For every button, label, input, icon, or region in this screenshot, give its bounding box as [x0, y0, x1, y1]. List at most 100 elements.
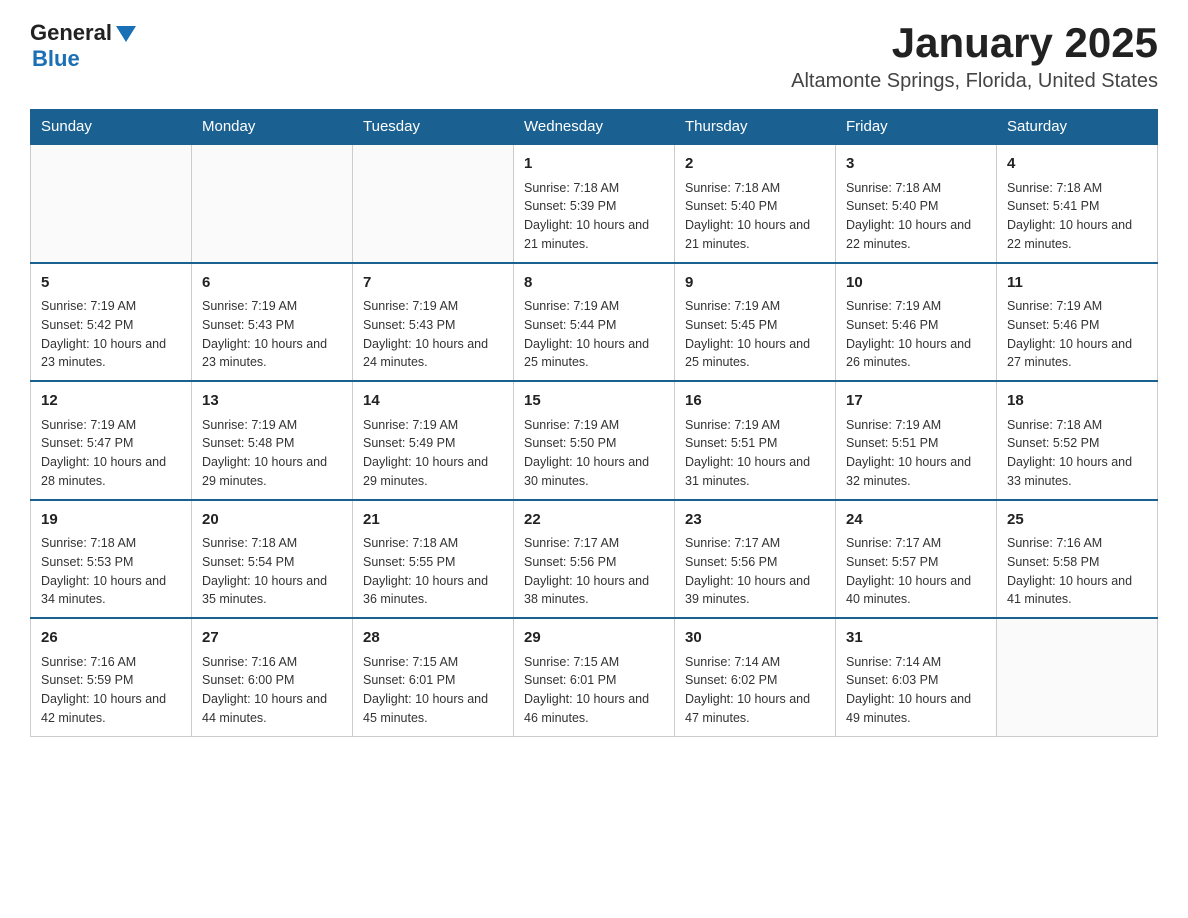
- day-info: Sunrise: 7:18 AM Sunset: 5:53 PM Dayligh…: [41, 534, 181, 609]
- day-info: Sunrise: 7:14 AM Sunset: 6:02 PM Dayligh…: [685, 653, 825, 728]
- day-number: 6: [202, 272, 342, 295]
- day-number: 8: [524, 272, 664, 295]
- calendar-cell: [192, 144, 353, 263]
- calendar-cell: 12 Sunrise: 7:19 AM Sunset: 5:47 PM Dayli…: [31, 381, 192, 500]
- day-number: 16: [685, 390, 825, 413]
- day-number: 13: [202, 390, 342, 413]
- day-info: Sunrise: 7:18 AM Sunset: 5:40 PM Dayligh…: [685, 179, 825, 254]
- calendar-cell: 30 Sunrise: 7:14 AM Sunset: 6:02 PM Dayli…: [675, 618, 836, 736]
- calendar-cell: 19Sunrise: 7:18 AM Sunset: 5:53 PM Dayli…: [31, 500, 192, 619]
- calendar-cell: 22Sunrise: 7:17 AM Sunset: 5:56 PM Dayli…: [514, 500, 675, 619]
- day-number: 31: [846, 627, 986, 650]
- day-number: 2: [685, 153, 825, 176]
- day-number: 27: [202, 627, 342, 650]
- day-info: Sunrise: 7:19 AM Sunset: 5:43 PM Dayligh…: [202, 297, 342, 372]
- calendar-cell: 4 Sunrise: 7:18 AM Sunset: 5:41 PM Daylig…: [997, 144, 1158, 263]
- day-number: 19: [41, 509, 181, 532]
- day-number: 7: [363, 272, 503, 295]
- calendar-cell: 14Sunrise: 7:19 AM Sunset: 5:49 PM Dayli…: [353, 381, 514, 500]
- day-number: 20: [202, 509, 342, 532]
- day-number: 14: [363, 390, 503, 413]
- weekday-header-thursday: Thursday: [675, 110, 836, 145]
- calendar-cell: 20Sunrise: 7:18 AM Sunset: 5:54 PM Dayli…: [192, 500, 353, 619]
- calendar-cell: 1Sunrise: 7:18 AM Sunset: 5:39 PM Daylig…: [514, 144, 675, 263]
- day-info: Sunrise: 7:18 AM Sunset: 5:39 PM Dayligh…: [524, 179, 664, 254]
- calendar-cell: [997, 618, 1158, 736]
- calendar-week-row: 5Sunrise: 7:19 AM Sunset: 5:42 PM Daylig…: [31, 263, 1158, 382]
- calendar-week-row: 26Sunrise: 7:16 AM Sunset: 5:59 PM Dayli…: [31, 618, 1158, 736]
- calendar-week-row: 1Sunrise: 7:18 AM Sunset: 5:39 PM Daylig…: [31, 144, 1158, 263]
- calendar-table: SundayMondayTuesdayWednesdayThursdayFrid…: [30, 109, 1158, 737]
- day-number: 29: [524, 627, 664, 650]
- month-title: January 2025: [791, 20, 1158, 66]
- day-number: 9: [685, 272, 825, 295]
- calendar-cell: 3 Sunrise: 7:18 AM Sunset: 5:40 PM Daylig…: [836, 144, 997, 263]
- day-info: Sunrise: 7:19 AM Sunset: 5:44 PM Dayligh…: [524, 297, 664, 372]
- day-info: Sunrise: 7:14 AM Sunset: 6:03 PM Dayligh…: [846, 653, 986, 728]
- calendar-cell: 21Sunrise: 7:18 AM Sunset: 5:55 PM Dayli…: [353, 500, 514, 619]
- day-number: 17: [846, 390, 986, 413]
- weekday-header-saturday: Saturday: [997, 110, 1158, 145]
- calendar-cell: 2 Sunrise: 7:18 AM Sunset: 5:40 PM Daylig…: [675, 144, 836, 263]
- day-info: Sunrise: 7:19 AM Sunset: 5:51 PM Dayligh…: [685, 416, 825, 491]
- calendar-cell: 15 Sunrise: 7:19 AM Sunset: 5:50 PM Dayli…: [514, 381, 675, 500]
- day-info: Sunrise: 7:16 AM Sunset: 5:59 PM Dayligh…: [41, 653, 181, 728]
- day-number: 10: [846, 272, 986, 295]
- day-info: Sunrise: 7:17 AM Sunset: 5:56 PM Dayligh…: [524, 534, 664, 609]
- day-number: 30: [685, 627, 825, 650]
- day-info: Sunrise: 7:19 AM Sunset: 5:45 PM Dayligh…: [685, 297, 825, 372]
- page-header: General Blue January 2025 Altamonte Spri…: [30, 20, 1158, 93]
- calendar-cell: 5Sunrise: 7:19 AM Sunset: 5:42 PM Daylig…: [31, 263, 192, 382]
- day-info: Sunrise: 7:17 AM Sunset: 5:57 PM Dayligh…: [846, 534, 986, 609]
- calendar-cell: 24Sunrise: 7:17 AM Sunset: 5:57 PM Dayli…: [836, 500, 997, 619]
- day-info: Sunrise: 7:18 AM Sunset: 5:54 PM Dayligh…: [202, 534, 342, 609]
- day-number: 3: [846, 153, 986, 176]
- logo-general-text: General: [30, 20, 112, 46]
- day-number: 11: [1007, 272, 1147, 295]
- day-number: 12: [41, 390, 181, 413]
- day-info: Sunrise: 7:17 AM Sunset: 5:56 PM Dayligh…: [685, 534, 825, 609]
- day-info: Sunrise: 7:18 AM Sunset: 5:41 PM Dayligh…: [1007, 179, 1147, 254]
- weekday-header-sunday: Sunday: [31, 110, 192, 145]
- weekday-header-friday: Friday: [836, 110, 997, 145]
- calendar-cell: 16 Sunrise: 7:19 AM Sunset: 5:51 PM Dayli…: [675, 381, 836, 500]
- day-number: 18: [1007, 390, 1147, 413]
- day-info: Sunrise: 7:19 AM Sunset: 5:43 PM Dayligh…: [363, 297, 503, 372]
- day-info: Sunrise: 7:18 AM Sunset: 5:52 PM Dayligh…: [1007, 416, 1147, 491]
- calendar-cell: 6Sunrise: 7:19 AM Sunset: 5:43 PM Daylig…: [192, 263, 353, 382]
- day-info: Sunrise: 7:19 AM Sunset: 5:50 PM Dayligh…: [524, 416, 664, 491]
- day-info: Sunrise: 7:16 AM Sunset: 5:58 PM Dayligh…: [1007, 534, 1147, 609]
- day-info: Sunrise: 7:16 AM Sunset: 6:00 PM Dayligh…: [202, 653, 342, 728]
- day-info: Sunrise: 7:19 AM Sunset: 5:47 PM Dayligh…: [41, 416, 181, 491]
- day-info: Sunrise: 7:15 AM Sunset: 6:01 PM Dayligh…: [363, 653, 503, 728]
- day-info: Sunrise: 7:19 AM Sunset: 5:51 PM Dayligh…: [846, 416, 986, 491]
- calendar-cell: 9Sunrise: 7:19 AM Sunset: 5:45 PM Daylig…: [675, 263, 836, 382]
- calendar-cell: 10Sunrise: 7:19 AM Sunset: 5:46 PM Dayli…: [836, 263, 997, 382]
- calendar-cell: [31, 144, 192, 263]
- day-info: Sunrise: 7:18 AM Sunset: 5:55 PM Dayligh…: [363, 534, 503, 609]
- calendar-cell: 13Sunrise: 7:19 AM Sunset: 5:48 PM Dayli…: [192, 381, 353, 500]
- title-area: January 2025 Altamonte Springs, Florida,…: [791, 20, 1158, 93]
- day-number: 4: [1007, 153, 1147, 176]
- calendar-cell: 7Sunrise: 7:19 AM Sunset: 5:43 PM Daylig…: [353, 263, 514, 382]
- calendar-cell: 26Sunrise: 7:16 AM Sunset: 5:59 PM Dayli…: [31, 618, 192, 736]
- calendar-cell: 8Sunrise: 7:19 AM Sunset: 5:44 PM Daylig…: [514, 263, 675, 382]
- calendar-cell: 18 Sunrise: 7:18 AM Sunset: 5:52 PM Dayli…: [997, 381, 1158, 500]
- calendar-week-row: 12 Sunrise: 7:19 AM Sunset: 5:47 PM Dayli…: [31, 381, 1158, 500]
- day-info: Sunrise: 7:19 AM Sunset: 5:46 PM Dayligh…: [1007, 297, 1147, 372]
- weekday-header-monday: Monday: [192, 110, 353, 145]
- day-number: 25: [1007, 509, 1147, 532]
- logo-blue-text: Blue: [32, 46, 80, 72]
- calendar-header-row: SundayMondayTuesdayWednesdayThursdayFrid…: [31, 110, 1158, 145]
- calendar-cell: [353, 144, 514, 263]
- weekday-header-tuesday: Tuesday: [353, 110, 514, 145]
- calendar-cell: 17 Sunrise: 7:19 AM Sunset: 5:51 PM Dayli…: [836, 381, 997, 500]
- logo-triangle-icon: [116, 26, 136, 42]
- day-number: 21: [363, 509, 503, 532]
- calendar-week-row: 19Sunrise: 7:18 AM Sunset: 5:53 PM Dayli…: [31, 500, 1158, 619]
- day-info: Sunrise: 7:19 AM Sunset: 5:42 PM Dayligh…: [41, 297, 181, 372]
- calendar-cell: 25Sunrise: 7:16 AM Sunset: 5:58 PM Dayli…: [997, 500, 1158, 619]
- calendar-cell: 27 Sunrise: 7:16 AM Sunset: 6:00 PM Dayli…: [192, 618, 353, 736]
- day-number: 15: [524, 390, 664, 413]
- day-info: Sunrise: 7:18 AM Sunset: 5:40 PM Dayligh…: [846, 179, 986, 254]
